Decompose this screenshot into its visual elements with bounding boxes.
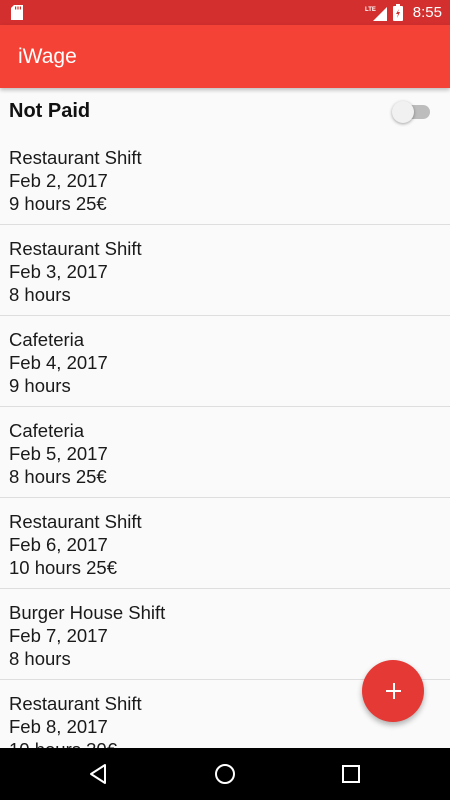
shift-date: Feb 4, 2017 [9, 352, 108, 373]
lte-signal-icon: LTE [365, 6, 387, 21]
not-paid-label: Not Paid [9, 100, 91, 122]
network-label: LTE [365, 7, 376, 13]
shift-detail: 8 hours 25€ [9, 466, 107, 487]
shift-detail: 10 hours 30€ [9, 738, 450, 748]
shift-name: Restaurant Shift [9, 511, 142, 532]
shift-list-item[interactable]: Restaurant Shift Feb 2, 2017 9 hours 25€ [0, 134, 450, 225]
shift-date: Feb 6, 2017 [9, 534, 108, 555]
shift-list-item[interactable]: Restaurant Shift Feb 3, 2017 8 hours [0, 225, 450, 316]
status-time: 8:55 [412, 4, 442, 21]
home-icon[interactable] [213, 762, 237, 786]
shift-date: Feb 2, 2017 [9, 170, 108, 191]
shift-list[interactable]: Restaurant Shift Feb 2, 2017 9 hours 25€… [0, 134, 450, 748]
toggle-thumb [392, 101, 414, 123]
not-paid-toggle[interactable] [392, 101, 430, 123]
shift-date: Feb 7, 2017 [9, 625, 108, 646]
plus-icon-vertical [392, 683, 395, 699]
status-icons: LTE 8:55 [365, 0, 442, 25]
shift-detail: 8 hours [9, 284, 71, 305]
shift-name: Restaurant Shift [9, 238, 142, 259]
navigation-bar [0, 748, 450, 800]
status-bar: LTE 8:55 [0, 0, 450, 25]
shift-name: Cafeteria [9, 420, 85, 441]
shift-date: Feb 3, 2017 [9, 261, 108, 282]
recents-icon[interactable] [339, 762, 363, 786]
shift-list-item[interactable]: Cafeteria Feb 5, 2017 8 hours 25€ [0, 407, 450, 498]
shift-date: Feb 5, 2017 [9, 443, 108, 464]
shift-list-item[interactable]: Restaurant Shift Feb 6, 2017 10 hours 25… [0, 498, 450, 589]
shift-name: Restaurant Shift [9, 147, 142, 168]
battery-icon [392, 4, 403, 21]
shift-name: Burger House Shift [9, 602, 166, 623]
shift-detail: 10 hours 25€ [9, 557, 118, 578]
screen: LTE 8:55 iWage Not Paid Restaurant Shift… [0, 0, 450, 800]
shift-detail: 9 hours [9, 375, 71, 396]
sd-card-icon [11, 5, 23, 20]
back-icon[interactable] [86, 762, 110, 786]
not-paid-filter-row: Not Paid [0, 88, 450, 134]
shift-detail: 9 hours 25€ [9, 193, 107, 214]
shift-name: Cafeteria [9, 329, 85, 350]
app-title: iWage [18, 45, 77, 68]
app-bar: iWage [0, 25, 450, 88]
add-shift-button[interactable] [362, 660, 424, 722]
shift-list-item[interactable]: Cafeteria Feb 4, 2017 9 hours [0, 316, 450, 407]
